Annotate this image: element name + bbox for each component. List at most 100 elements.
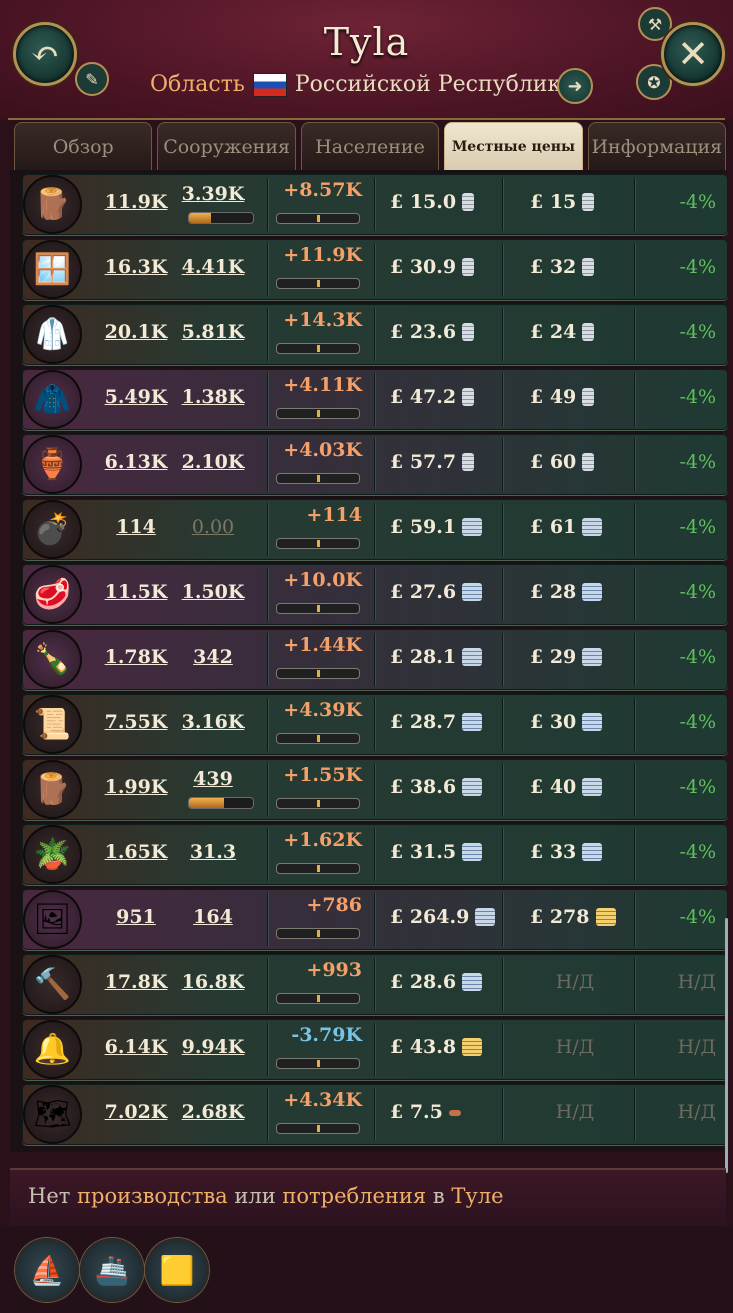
tab-population[interactable]: Население [300, 122, 440, 170]
supply-value[interactable]: 1.65K [100, 841, 172, 863]
consumption-link[interactable]: потребления [282, 1184, 426, 1208]
base-price[interactable]: £ 49 [530, 386, 630, 408]
local-price[interactable]: £ 47.2 [390, 386, 510, 408]
base-price[interactable]: £ 33 [530, 841, 630, 863]
local-price[interactable]: £ 23.6 [390, 321, 510, 343]
balance-value[interactable]: +8.57K [272, 179, 362, 201]
supply-value[interactable]: 114 [100, 516, 172, 538]
goods-row[interactable]: 🥼 20.1K 5.81K +14.3K £ 23.6 £ 24 -4% [22, 304, 728, 365]
balance-value[interactable]: +14.3K [272, 309, 362, 331]
base-price[interactable]: £ 61 [530, 516, 630, 538]
close-button[interactable]: ✕ [661, 22, 725, 86]
balance-value[interactable]: +1.62K [272, 829, 362, 851]
local-price[interactable]: £ 264.9 [390, 906, 510, 928]
local-price[interactable]: £ 38.6 [390, 776, 510, 798]
goods-row[interactable]: 📜 7.55K 3.16K +4.39K £ 28.7 £ 30 -4% [22, 694, 728, 755]
goods-row[interactable]: 🗺 7.02K 2.68K +4.34K £ 7.5 Н/Д Н/Д [22, 1084, 728, 1145]
goto-country-button[interactable]: ➜ [557, 68, 593, 104]
demand-value[interactable]: 1.38K [177, 386, 249, 408]
base-price[interactable]: £ 40 [530, 776, 630, 798]
demand-value[interactable]: 164 [177, 906, 249, 928]
supply-value[interactable]: 951 [100, 906, 172, 928]
russia-flag-icon[interactable] [252, 72, 287, 97]
balance-value[interactable]: +4.03K [272, 439, 362, 461]
luxury-clothes-icon[interactable]: 🧥 [23, 370, 82, 429]
local-price[interactable]: £ 28.1 [390, 646, 510, 668]
local-price[interactable]: £ 31.5 [390, 841, 510, 863]
demand-value[interactable]: 5.81K [177, 321, 249, 343]
tab-local-prices[interactable]: Местные цены [444, 122, 583, 170]
balance-value[interactable]: +1.44K [272, 634, 362, 656]
local-price[interactable]: £ 27.6 [390, 581, 510, 603]
demand-value[interactable]: 342 [177, 646, 249, 668]
glass-icon[interactable]: 🪟 [23, 240, 82, 299]
services-icon[interactable]: 🔔 [23, 1020, 82, 1079]
gold-bar-button[interactable]: 🟨 [145, 1238, 209, 1302]
goods-price-list[interactable]: 🪵 11.9K 3.39K +8.57K £ 15.0 £ 15 -4% 🪟 16.3K 4.41… [10, 170, 728, 1152]
supply-value[interactable]: 1.99K [100, 776, 172, 798]
base-price[interactable]: £ 32 [530, 256, 630, 278]
goods-row[interactable]: 🥩 11.5K 1.50K +10.0K £ 27.6 £ 28 -4% [22, 564, 728, 625]
goods-row[interactable]: 💣 114 0.00 +114 £ 59.1 £ 61 -4% [22, 499, 728, 560]
demand-value[interactable]: 9.94K [177, 1036, 249, 1058]
goods-row[interactable]: 🪵 1.99K 439 +1.55K £ 38.6 £ 40 -4% [22, 759, 728, 820]
production-link[interactable]: производства [77, 1184, 228, 1208]
base-price[interactable]: £ 60 [530, 451, 630, 473]
local-price[interactable]: £ 28.7 [390, 711, 510, 733]
supply-value[interactable]: 6.13K [100, 451, 172, 473]
porcelain-icon[interactable]: 🏺 [23, 435, 82, 494]
supply-value[interactable]: 16.3K [100, 256, 172, 278]
tools-icon[interactable]: 🔨 [23, 955, 82, 1014]
demand-value[interactable]: 439 [177, 768, 249, 790]
art-icon[interactable]: 🖼 [23, 890, 82, 949]
liquor-icon[interactable]: 🍾 [23, 630, 82, 689]
balance-value[interactable]: +4.39K [272, 699, 362, 721]
balance-value[interactable]: +11.9K [272, 244, 362, 266]
country-link[interactable]: Российской Республики [295, 72, 576, 97]
ironclad-ship-button[interactable]: 🚢 [80, 1238, 144, 1302]
list-scrollbar[interactable] [725, 918, 728, 1173]
artillery-icon[interactable]: 💣 [23, 500, 82, 559]
meat-icon[interactable]: 🥩 [23, 565, 82, 624]
goods-row[interactable]: 🍾 1.78K 342 +1.44K £ 28.1 £ 29 -4% [22, 629, 728, 690]
goods-row[interactable]: 🔔 6.14K 9.94K -3.79K £ 43.8 Н/Д Н/Д [22, 1019, 728, 1080]
local-price[interactable]: £ 30.9 [390, 256, 510, 278]
balance-value[interactable]: +10.0K [272, 569, 362, 591]
supply-value[interactable]: 6.14K [100, 1036, 172, 1058]
tab-information[interactable]: Информация [587, 122, 727, 170]
demand-value[interactable]: 2.10K [177, 451, 249, 473]
local-price[interactable]: £ 57.7 [390, 451, 510, 473]
demand-value[interactable]: 2.68K [177, 1101, 249, 1123]
goods-row[interactable]: 🧥 5.49K 1.38K +4.11K £ 47.2 £ 49 -4% [22, 369, 728, 430]
goods-row[interactable]: 🔨 17.8K 16.8K +993 £ 28.6 Н/Д Н/Д [22, 954, 728, 1015]
local-price[interactable]: £ 7.5 [390, 1101, 510, 1123]
state-link[interactable]: Туле [451, 1184, 503, 1208]
lumber-icon[interactable]: 🪵 [23, 760, 82, 819]
local-price[interactable]: £ 43.8 [390, 1036, 510, 1058]
supply-value[interactable]: 1.78K [100, 646, 172, 668]
goods-row[interactable]: 🏺 6.13K 2.10K +4.03K £ 57.7 £ 60 -4% [22, 434, 728, 495]
local-price[interactable]: £ 59.1 [390, 516, 510, 538]
paper-icon[interactable]: 📜 [23, 695, 82, 754]
tab-overview[interactable]: Обзор [14, 122, 153, 170]
goods-row[interactable]: 🪴 1.65K 31.3 +1.62K £ 31.5 £ 33 -4% [22, 824, 728, 885]
demand-value[interactable]: 3.39K [177, 183, 249, 205]
goods-row[interactable]: 🪵 11.9K 3.39K +8.57K £ 15.0 £ 15 -4% [22, 174, 728, 235]
demand-value[interactable]: 1.50K [177, 581, 249, 603]
supply-value[interactable]: 5.49K [100, 386, 172, 408]
clothes-icon[interactable]: 🥼 [23, 305, 82, 364]
demand-value[interactable]: 3.16K [177, 711, 249, 733]
base-price[interactable]: £ 29 [530, 646, 630, 668]
base-price[interactable]: £ 15 [530, 191, 630, 213]
sailing-ship-button[interactable]: ⛵ [15, 1238, 79, 1302]
base-price[interactable]: £ 278 [530, 906, 630, 928]
supply-value[interactable]: 7.02K [100, 1101, 172, 1123]
base-price[interactable]: £ 30 [530, 711, 630, 733]
goods-row[interactable]: 🪟 16.3K 4.41K +11.9K £ 30.9 £ 32 -4% [22, 239, 728, 300]
base-price[interactable]: £ 24 [530, 321, 630, 343]
balance-value[interactable]: -3.79K [272, 1024, 362, 1046]
supply-value[interactable]: 11.5K [100, 581, 172, 603]
wood-icon[interactable]: 🪵 [23, 175, 82, 234]
balance-value[interactable]: +4.11K [272, 374, 362, 396]
fertilizer-icon[interactable]: 🪴 [23, 825, 82, 884]
